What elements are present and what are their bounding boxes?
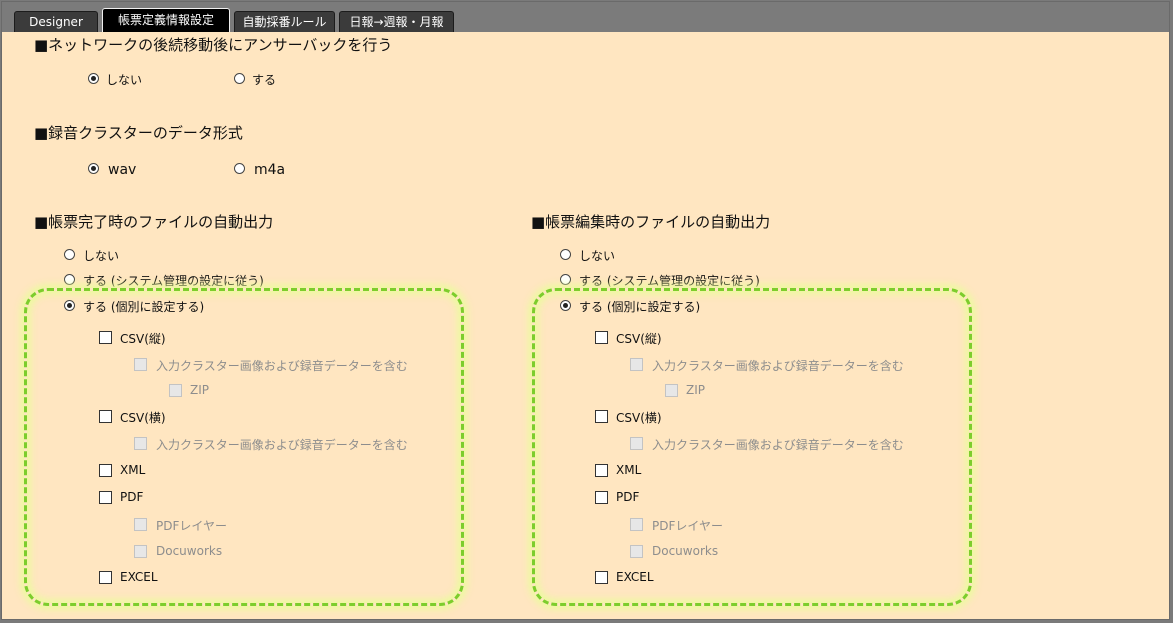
complete-docuworks-checkbox[interactable] bbox=[134, 545, 147, 558]
complete-pdf-layer-label: PDFレイヤー bbox=[156, 519, 228, 533]
edit-output-individual-label: する (個別に設定する) bbox=[579, 300, 701, 314]
edit-csv-horizontal-include-media-checkbox[interactable] bbox=[630, 437, 643, 450]
edit-csv-horizontal-include-media-label: 入力クラスター画像および録音データーを含む bbox=[652, 438, 904, 452]
complete-csv-horizontal-include-media-checkbox[interactable] bbox=[134, 437, 147, 450]
audio-format-wav-label: wav bbox=[108, 162, 137, 178]
complete-csv-vertical-include-media-label: 入力クラスター画像および録音データーを含む bbox=[156, 359, 408, 373]
audio-format-m4a-label: m4a bbox=[254, 162, 286, 178]
tab-bar: Designer 帳票定義情報設定 自動採番ルール 日報→週報・月報 bbox=[2, 2, 1169, 32]
edit-pdf-checkbox[interactable] bbox=[595, 491, 608, 504]
complete-csv-vertical-label: CSV(縦) bbox=[120, 332, 166, 346]
edit-excel-checkbox[interactable] bbox=[595, 571, 608, 584]
auto-output-edit-heading: ■帳票編集時のファイルの自動出力 bbox=[531, 213, 771, 231]
audio-format-wav-radio[interactable] bbox=[88, 163, 99, 174]
edit-csv-vertical-include-media-label: 入力クラスター画像および録音データーを含む bbox=[652, 359, 904, 373]
tab-form-definition-settings[interactable]: 帳票定義情報設定 bbox=[102, 8, 230, 32]
complete-zip-label: ZIP bbox=[190, 383, 209, 397]
edit-docuworks-label: Docuworks bbox=[652, 544, 719, 558]
complete-excel-checkbox[interactable] bbox=[99, 571, 112, 584]
edit-zip-checkbox[interactable] bbox=[665, 384, 678, 397]
edit-xml-checkbox[interactable] bbox=[595, 464, 608, 477]
complete-csv-vertical-checkbox[interactable] bbox=[99, 331, 112, 344]
edit-output-individual-radio[interactable] bbox=[560, 300, 571, 311]
complete-zip-checkbox[interactable] bbox=[169, 384, 182, 397]
edit-output-system-radio[interactable] bbox=[560, 274, 571, 285]
complete-output-none-radio[interactable] bbox=[64, 249, 75, 260]
complete-output-system-radio[interactable] bbox=[64, 274, 75, 285]
edit-pdf-layer-label: PDFレイヤー bbox=[652, 519, 724, 533]
complete-pdf-label: PDF bbox=[120, 490, 144, 504]
complete-csv-horizontal-label: CSV(横) bbox=[120, 411, 166, 425]
settings-panel: Designer 帳票定義情報設定 自動採番ルール 日報→週報・月報 ■ネットワ… bbox=[1, 1, 1170, 620]
complete-xml-checkbox[interactable] bbox=[99, 464, 112, 477]
edit-xml-label: XML bbox=[616, 463, 642, 477]
answerback-yes-label: する bbox=[252, 73, 277, 87]
complete-output-system-label: する (システム管理の設定に従う) bbox=[83, 274, 264, 288]
edit-pdf-layer-checkbox[interactable] bbox=[630, 518, 643, 531]
edit-pdf-label: PDF bbox=[616, 490, 640, 504]
edit-zip-label: ZIP bbox=[686, 383, 705, 397]
edit-output-none-radio[interactable] bbox=[560, 249, 571, 260]
complete-xml-label: XML bbox=[120, 463, 146, 477]
edit-csv-vertical-checkbox[interactable] bbox=[595, 331, 608, 344]
edit-docuworks-checkbox[interactable] bbox=[630, 545, 643, 558]
complete-output-individual-label: する (個別に設定する) bbox=[83, 300, 205, 314]
edit-csv-horizontal-label: CSV(横) bbox=[616, 411, 662, 425]
audio-format-m4a-radio[interactable] bbox=[234, 163, 245, 174]
complete-csv-horizontal-include-media-label: 入力クラスター画像および録音データーを含む bbox=[156, 438, 408, 452]
edit-csv-vertical-include-media-checkbox[interactable] bbox=[630, 358, 643, 371]
complete-output-none-label: しない bbox=[83, 249, 120, 263]
edit-excel-label: EXCEL bbox=[616, 570, 654, 584]
answerback-yes-radio[interactable] bbox=[234, 73, 245, 84]
tab-daily-weekly-monthly[interactable]: 日報→週報・月報 bbox=[339, 11, 454, 32]
auto-output-complete-heading: ■帳票完了時のファイルの自動出力 bbox=[34, 213, 274, 231]
edit-csv-vertical-label: CSV(縦) bbox=[616, 332, 662, 346]
edit-csv-horizontal-checkbox[interactable] bbox=[595, 410, 608, 423]
complete-pdf-layer-checkbox[interactable] bbox=[134, 518, 147, 531]
complete-csv-horizontal-checkbox[interactable] bbox=[99, 410, 112, 423]
answerback-heading: ■ネットワークの後続移動後にアンサーバックを行う bbox=[34, 36, 393, 54]
complete-pdf-checkbox[interactable] bbox=[99, 491, 112, 504]
tab-auto-numbering-rule[interactable]: 自動採番ルール bbox=[234, 11, 335, 32]
complete-csv-vertical-include-media-checkbox[interactable] bbox=[134, 358, 147, 371]
tab-designer[interactable]: Designer bbox=[14, 11, 98, 32]
complete-excel-label: EXCEL bbox=[120, 570, 158, 584]
edit-output-none-label: しない bbox=[579, 249, 616, 263]
complete-docuworks-label: Docuworks bbox=[156, 544, 223, 558]
complete-output-individual-radio[interactable] bbox=[64, 300, 75, 311]
answerback-no-label: しない bbox=[106, 73, 143, 87]
edit-output-system-label: する (システム管理の設定に従う) bbox=[579, 274, 760, 288]
answerback-no-radio[interactable] bbox=[88, 73, 99, 84]
audio-format-heading: ■録音クラスターのデータ形式 bbox=[34, 124, 243, 142]
